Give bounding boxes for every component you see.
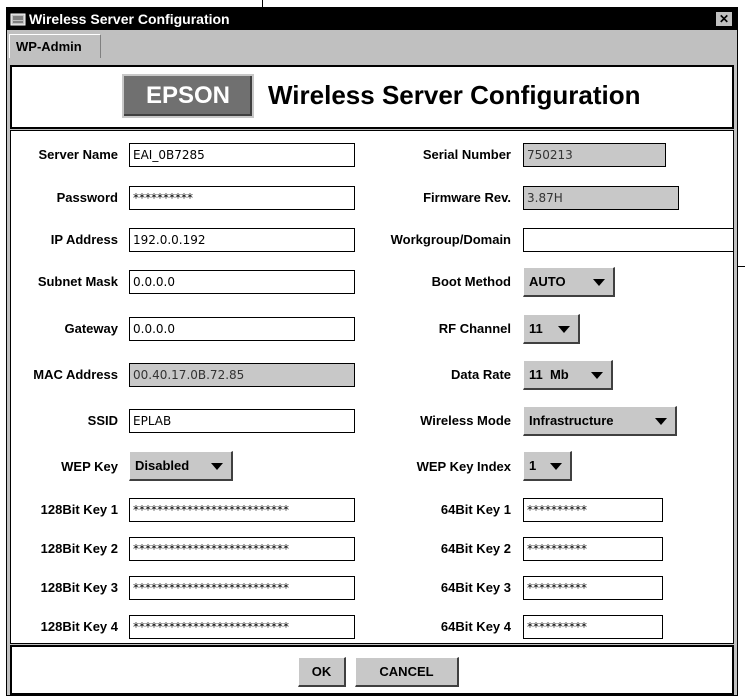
chevron-down-icon [655,418,667,425]
password-field[interactable]: ********** [129,186,355,210]
chevron-down-icon [591,372,603,379]
key64-2-label: 64Bit Key 2 [440,541,511,556]
button-bar: OK CANCEL [10,645,734,695]
page-title: Wireless Server Configuration [268,80,641,110]
boot-method-value: AUTO [529,274,566,289]
rf-channel-label: RF Channel [438,321,511,336]
boot-method-label: Boot Method [431,274,511,289]
app-icon [10,11,26,27]
boot-method-dropdown[interactable]: AUTO [523,267,615,297]
wireless-mode-label: Wireless Mode [420,413,511,428]
key64-2-field[interactable]: ********** [523,537,663,561]
mac-address-field: 00.40.17.0B.72.85 [129,363,355,387]
firmware-rev-label: Firmware Rev. [423,190,511,205]
gateway-field[interactable]: 0.0.0.0 [129,317,355,341]
close-icon[interactable]: ✕ [715,11,733,27]
chevron-down-icon [593,279,605,286]
key128-3-field[interactable]: ************************** [129,576,355,600]
key128-4-label: 128Bit Key 4 [40,619,118,634]
rf-channel-value: 11 [529,321,543,336]
serial-number-field: 750213 [523,143,666,167]
key64-3-field[interactable]: ********** [523,576,663,600]
ip-address-label: IP Address [50,232,118,247]
server-name-label: Server Name [38,147,119,162]
ip-address-field[interactable]: 192.0.0.192 [129,228,355,252]
key128-2-field[interactable]: ************************** [129,537,355,561]
wireless-mode-value: Infrastructure [529,413,614,428]
cancel-button[interactable]: CANCEL [355,657,459,687]
key128-1-field[interactable]: ************************** [129,498,355,522]
wep-key-index-dropdown[interactable]: 1 [523,451,572,481]
ssid-field[interactable]: EPLAB [129,409,355,433]
key128-3-label: 128Bit Key 3 [40,580,118,595]
key128-2-label: 128Bit Key 2 [40,541,118,556]
wep-key-index-label: WEP Key Index [416,459,511,474]
mac-address-label: MAC Address [33,367,118,382]
wireless-mode-dropdown[interactable]: Infrastructure [523,406,677,436]
key128-4-field[interactable]: ************************** [129,615,355,639]
header-panel: EPSON Wireless Server Configuration [10,65,734,129]
ssid-label: SSID [87,413,118,428]
settings-form: Server Name EAI_0B7285 Password ********… [10,130,734,644]
firmware-rev-field: 3.87H [523,186,679,210]
key64-1-label: 64Bit Key 1 [440,502,511,517]
tab-wp-admin[interactable]: WP-Admin [9,34,101,58]
config-window: Wireless Server Configuration ✕ WP-Admin… [6,7,738,696]
key64-1-field[interactable]: ********** [523,498,663,522]
chevron-down-icon [558,326,570,333]
key64-4-label: 64Bit Key 4 [440,619,511,634]
server-name-field[interactable]: EAI_0B7285 [129,143,355,167]
rf-channel-dropdown[interactable]: 11 [523,314,580,344]
workgroup-field[interactable] [523,228,734,252]
title-bar[interactable]: Wireless Server Configuration ✕ [7,8,737,30]
ok-button[interactable]: OK [298,657,346,687]
password-label: Password [56,190,118,205]
key64-3-label: 64Bit Key 3 [440,580,511,595]
chevron-down-icon [211,463,223,470]
wep-key-dropdown[interactable]: Disabled [129,451,233,481]
wep-key-value: Disabled [135,458,190,473]
chevron-down-icon [550,463,562,470]
window-title: Wireless Server Configuration [29,11,230,27]
data-rate-label: Data Rate [451,367,511,382]
workgroup-label: Workgroup/Domain [390,232,511,247]
data-rate-value: 11 Mb [529,367,569,382]
gateway-label: Gateway [64,321,118,336]
data-rate-dropdown[interactable]: 11 Mb [523,360,613,390]
key64-4-field[interactable]: ********** [523,615,663,639]
epson-logo: EPSON [122,74,254,118]
subnet-mask-label: Subnet Mask [37,274,118,289]
serial-number-label: Serial Number [422,147,511,162]
wep-key-index-value: 1 [529,458,537,473]
subnet-mask-field[interactable]: 0.0.0.0 [129,270,355,294]
key128-1-label: 128Bit Key 1 [40,502,118,517]
wep-key-label: WEP Key [61,459,118,474]
